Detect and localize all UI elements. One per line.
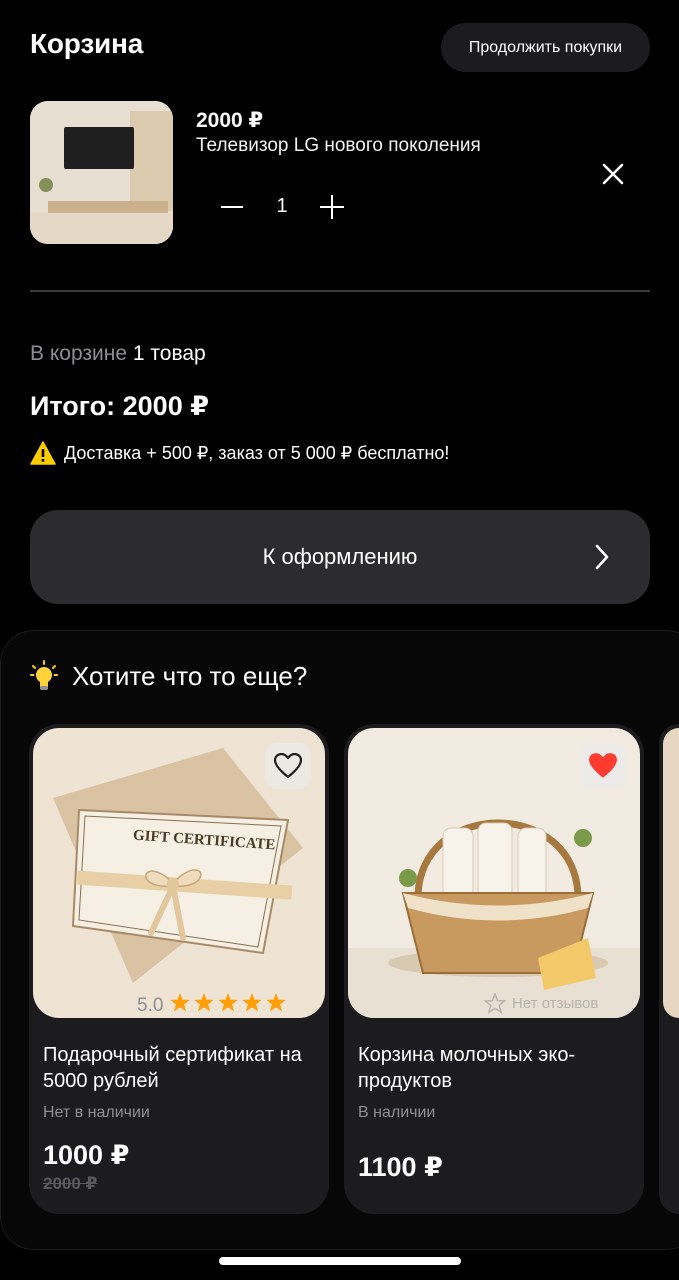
cart-item-price: 2000 ₽ <box>196 109 264 132</box>
home-indicator <box>219 1257 461 1265</box>
recommendations-heading: Хотите что то еще? <box>30 660 307 692</box>
star-outline-icon <box>484 993 506 1014</box>
product-image <box>663 728 679 1018</box>
rating-value: 5.0 <box>137 994 164 1016</box>
product-card-dairy-basket[interactable]: Нет отзывов Корзина молочных эко-продукт… <box>344 724 644 1214</box>
product-image: GIFT CERTIFICATE 5.0 <box>33 728 325 1018</box>
product-card-gift-certificate[interactable]: GIFT CERTIFICATE 5.0 Подарочный сертифик… <box>29 724 329 1214</box>
cart-item-name: Телевизор LG нового поколения <box>196 135 481 156</box>
product-stock: В наличии <box>358 1104 436 1121</box>
favorite-button[interactable] <box>580 743 626 789</box>
remove-item-button[interactable] <box>596 157 630 191</box>
chevron-right-icon <box>595 544 609 570</box>
cart-item-image <box>30 101 173 244</box>
lightbulb-icon <box>30 660 58 690</box>
quantity-value: 1 <box>276 195 288 217</box>
delivery-note-text: Доставка + 500 ₽, заказ от 5 000 ₽ беспл… <box>64 442 450 463</box>
continue-shopping-button[interactable]: Продолжить покупки <box>441 23 650 72</box>
product-card-partial[interactable] <box>659 724 679 1214</box>
decrease-quantity-button[interactable] <box>219 192 245 222</box>
product-title: Корзина молочных эко-продуктов <box>358 1044 576 1092</box>
plus-icon <box>320 195 344 219</box>
product-old-price: 2000 ₽ <box>43 1174 98 1193</box>
heart-filled-icon <box>589 753 617 778</box>
checkout-label: К оформлению <box>262 544 418 569</box>
heart-outline-icon <box>274 753 302 779</box>
recommendations-heading-text: Хотите что то еще? <box>72 660 308 691</box>
favorite-button[interactable] <box>265 743 311 789</box>
product-stock: Нет в наличии <box>43 1104 150 1121</box>
close-icon <box>602 163 624 185</box>
checkout-button[interactable]: К оформлению <box>30 510 650 604</box>
cart-count: В корзине 1 товар <box>30 342 206 366</box>
divider <box>30 290 650 292</box>
cart-count-value: 1 товар <box>132 342 206 365</box>
product-title: Подарочный сертификат на 5000 рублей <box>43 1044 302 1092</box>
minus-icon <box>221 206 243 208</box>
cart-total: Итого: 2000 ₽ <box>30 391 209 421</box>
increase-quantity-button[interactable] <box>317 192 347 222</box>
warning-icon <box>30 441 56 465</box>
no-reviews-label: Нет отзывов <box>512 995 599 1012</box>
product-price: 1000 ₽ <box>43 1140 130 1170</box>
product-image: Нет отзывов <box>348 728 640 1018</box>
product-price: 1100 ₽ <box>358 1152 443 1182</box>
product-reviews: Нет отзывов <box>484 993 598 1014</box>
product-rating: 5.0 <box>137 992 289 1018</box>
star-icons <box>170 993 287 1012</box>
cart-count-prefix: В корзине <box>30 342 128 365</box>
page-title: Корзина <box>30 28 144 59</box>
delivery-note: Доставка + 500 ₽, заказ от 5 000 ₽ беспл… <box>30 441 449 465</box>
rating-stars <box>169 992 289 1018</box>
